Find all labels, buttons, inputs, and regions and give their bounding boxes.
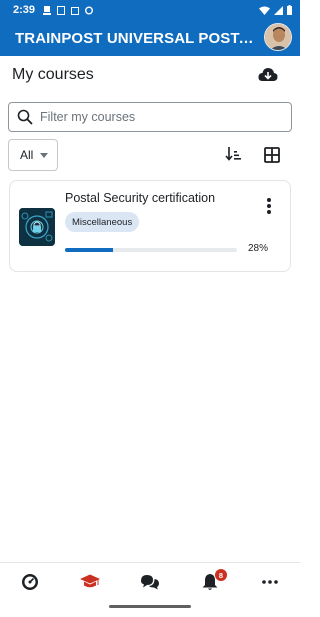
status-icons — [43, 5, 94, 15]
nav-my-courses[interactable] — [80, 573, 100, 591]
grid-view-icon[interactable] — [264, 147, 280, 163]
filter-selected-value: All — [20, 148, 34, 162]
course-progress-bar — [65, 248, 237, 252]
course-category-badge: Miscellaneous — [65, 212, 140, 232]
course-card[interactable]: Postal Security certification Miscellane… — [9, 180, 291, 272]
home-indicator[interactable] — [109, 605, 191, 608]
status-right — [259, 5, 292, 15]
course-progress-fill — [65, 248, 114, 252]
page-title: My courses — [12, 66, 94, 83]
calendar-icon — [71, 6, 80, 15]
status-time: 2:39 — [13, 4, 36, 16]
more-icon — [262, 580, 278, 584]
nav-dashboard[interactable] — [20, 573, 40, 591]
user-avatar[interactable] — [264, 23, 292, 51]
sync-icon — [85, 6, 94, 14]
avatar-photo-icon — [265, 24, 291, 50]
battery-icon — [287, 5, 292, 15]
status-bar: 2:39 — [0, 0, 300, 20]
sim-icon — [57, 5, 66, 15]
course-progress-label: 28% — [247, 243, 268, 254]
bottom-navigation: 8 — [0, 562, 300, 600]
filter-select[interactable]: All — [8, 139, 58, 171]
search-icon — [17, 109, 33, 125]
app-title: TRAINPOST UNIVERSAL POSTA... — [15, 29, 255, 47]
nav-messages[interactable] — [140, 573, 160, 591]
search-box[interactable] — [8, 102, 292, 132]
sort-icon[interactable] — [225, 146, 243, 162]
chevron-down-icon — [40, 153, 48, 158]
download-icon[interactable] — [258, 66, 278, 84]
course-thumbnail — [19, 208, 55, 246]
dashboard-icon — [22, 574, 38, 590]
graduation-cap-icon — [80, 574, 100, 588]
course-name[interactable]: Postal Security certification — [65, 191, 215, 205]
notification-count-badge: 8 — [215, 569, 227, 581]
search-input[interactable] — [40, 110, 270, 124]
wifi-icon — [259, 6, 270, 15]
signal-icon — [274, 5, 283, 15]
notification-icon — [43, 5, 52, 15]
chat-bubbles-icon — [141, 575, 159, 590]
nav-more[interactable] — [260, 573, 280, 591]
more-options-icon[interactable] — [266, 197, 272, 215]
course-image-icon — [19, 208, 55, 246]
app-header: TRAINPOST UNIVERSAL POSTA... — [0, 20, 300, 56]
